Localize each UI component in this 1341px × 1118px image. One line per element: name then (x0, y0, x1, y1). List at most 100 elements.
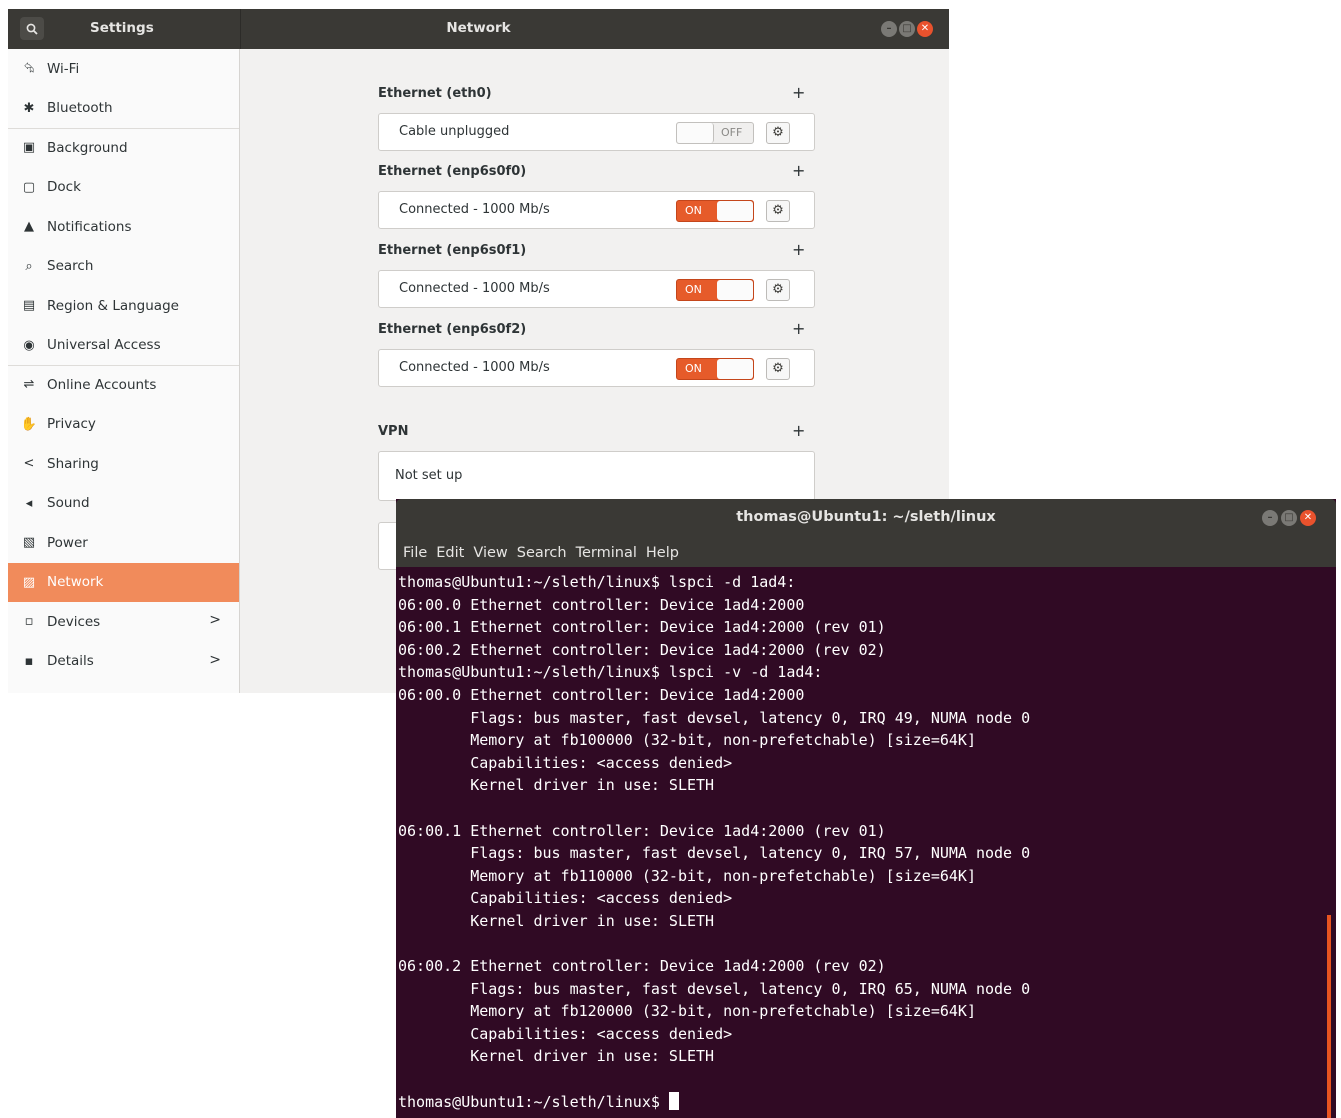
terminal-window: thomas@Ubuntu1: ~/sleth/linux – □ ✕ File… (396, 499, 1336, 1118)
sidebar-item-label: Region & Language (47, 297, 179, 314)
terminal-close-button[interactable]: ✕ (1300, 510, 1316, 526)
minimize-button[interactable]: – (881, 21, 897, 37)
sidebar-item-notifications[interactable]: ▲ Notifications (8, 207, 239, 246)
terminal-cursor (668, 1091, 679, 1110)
terminal-minimize-button[interactable]: – (1262, 510, 1278, 526)
chevron-right-icon: > (209, 651, 221, 668)
terminal-line-text: 06:00.2 Ethernet controller: Device 1ad4… (398, 640, 886, 659)
connection-row: Connected - 1000 Mb/s ON ⚙ (378, 270, 815, 308)
terminal-line: Capabilities: <access denied> (398, 752, 1323, 775)
sidebar-item-power[interactable]: ▧ Power (8, 523, 239, 562)
terminal-line: 06:00.0 Ethernet controller: Device 1ad4… (398, 594, 1323, 617)
gear-icon[interactable]: ⚙ (766, 200, 790, 222)
terminal-menubar: File Edit View Search Terminal Help (396, 539, 1336, 567)
terminal-line-text: Kernel driver in use: SLETH (398, 776, 715, 795)
sidebar-item-privacy[interactable]: ✋ Privacy (8, 405, 239, 444)
menu-item-view[interactable]: View (473, 545, 507, 561)
sidebar-item-sharing[interactable]: < Sharing (8, 444, 239, 483)
terminal-line: Capabilities: <access denied> (398, 1023, 1323, 1046)
section-title: Ethernet (enp6s0f2) (378, 322, 527, 337)
gear-icon[interactable]: ⚙ (766, 279, 790, 301)
terminal-line: Memory at fb100000 (32-bit, non-prefetch… (398, 729, 1323, 752)
sidebar-item-devices[interactable]: ▫ Devices > (8, 602, 239, 641)
gear-icon[interactable]: ⚙ (766, 358, 790, 380)
close-button[interactable]: ✕ (917, 21, 933, 37)
toggle-knob (717, 359, 753, 379)
sidebar-item-bluetooth[interactable]: ✱ Bluetooth (8, 89, 239, 128)
bell-icon: ▲ (24, 219, 34, 234)
menu-item-help[interactable]: Help (646, 545, 679, 561)
terminal-line: Flags: bus master, fast devsel, latency … (398, 707, 1323, 730)
sidebar-item-dock[interactable]: ▢ Dock (8, 168, 239, 207)
terminal-line-text: Kernel driver in use: SLETH (398, 911, 715, 930)
speaker-icon: ◂ (25, 495, 33, 511)
terminal-line: thomas@Ubuntu1:~/sleth/linux$ lspci -d 1… (398, 571, 1323, 594)
online-accounts-icon: ⇌ (23, 377, 35, 392)
maximize-button[interactable]: □ (899, 21, 915, 37)
devices-icon: ▫ (24, 614, 34, 629)
terminal-line-text: thomas@Ubuntu1:~/sleth/linux$ lspci -v -… (398, 663, 823, 682)
terminal-scrollbar[interactable] (1327, 915, 1331, 1118)
terminal-line-text: Capabilities: <access denied> (398, 1024, 733, 1043)
connection-toggle[interactable]: OFF (676, 122, 754, 144)
menu-item-edit[interactable]: Edit (436, 545, 464, 561)
terminal-line-text: Flags: bus master, fast devsel, latency … (398, 708, 1031, 727)
toggle-state: ON (685, 362, 702, 375)
menu-item-search[interactable]: Search (517, 545, 567, 561)
terminal-line-text: Capabilities: <access denied> (398, 753, 733, 772)
terminal-maximize-button[interactable]: □ (1281, 510, 1297, 526)
connection-toggle[interactable]: ON (676, 279, 754, 301)
sidebar-item-wi-fi[interactable]: ⮲ Wi-Fi (8, 49, 239, 88)
connection-row: Cable unplugged OFF ⚙ (378, 113, 815, 151)
power-icon: ▧ (22, 535, 36, 550)
gear-icon[interactable]: ⚙ (766, 122, 790, 144)
add-connection-button[interactable]: + (792, 319, 805, 338)
connection-toggle[interactable]: ON (676, 358, 754, 380)
search-icon: ⌕ (25, 258, 33, 274)
sidebar-item-universal-access[interactable]: ◉ Universal Access (8, 326, 239, 365)
minimize-icon: – (1267, 512, 1273, 523)
add-connection-button[interactable]: + (792, 83, 805, 102)
terminal-line: Kernel driver in use: SLETH (398, 1045, 1323, 1068)
add-connection-button[interactable]: + (792, 240, 805, 259)
toggle-state: ON (685, 204, 702, 217)
sidebar-item-label: Power (47, 534, 88, 551)
terminal-output[interactable]: thomas@Ubuntu1:~/sleth/linux$ lspci -d 1… (398, 571, 1323, 1116)
connection-status: Connected - 1000 Mb/s (399, 281, 550, 296)
sidebar-item-search[interactable]: ⌕ Search (8, 247, 239, 286)
sidebar-item-online-accounts[interactable]: ⇌ Online Accounts (8, 365, 239, 404)
menu-item-terminal[interactable]: Terminal (576, 545, 637, 561)
add-vpn-button[interactable]: + (792, 421, 805, 440)
accessibility-icon: ◉ (23, 337, 35, 353)
connection-status: Connected - 1000 Mb/s (399, 360, 550, 375)
connection-status: Connected - 1000 Mb/s (399, 202, 550, 217)
add-connection-button[interactable]: + (792, 161, 805, 180)
chevron-right-icon: > (209, 612, 221, 628)
terminal-line-text: Memory at fb120000 (32-bit, non-prefetch… (398, 1002, 976, 1021)
menu-item-file[interactable]: File (403, 545, 427, 561)
sidebar-item-sound[interactable]: ◂ Sound (8, 484, 239, 523)
connection-row: Connected - 1000 Mb/s ON ⚙ (378, 191, 815, 229)
window-title: Network (446, 20, 511, 36)
sidebar-item-network[interactable]: ▨ Network (8, 562, 239, 602)
network-icon: ▨ (22, 574, 36, 590)
terminal-line-text: Flags: bus master, fast devsel, latency … (398, 844, 1031, 863)
terminal-line-text: thomas@Ubuntu1:~/sleth/linux$ lspci -d 1… (398, 573, 796, 591)
terminal-line: Flags: bus master, fast devsel, latency … (398, 978, 1323, 1001)
sidebar-item-region-language[interactable]: ▤ Region & Language (8, 286, 239, 325)
terminal-line: 06:00.1 Ethernet controller: Device 1ad4… (398, 616, 1323, 639)
terminal-line-text: Memory at fb110000 (32-bit, non-prefetch… (398, 866, 976, 885)
toggle-knob (717, 280, 753, 300)
hand-icon: ✋ (20, 416, 38, 432)
section-title: Ethernet (enp6s0f0) (378, 164, 527, 179)
sidebar-item-details[interactable]: ▪ Details > (8, 642, 239, 681)
terminal-line: Capabilities: <access denied> (398, 887, 1323, 910)
vpn-row: Not set up (378, 451, 815, 501)
info-icon: ▪ (24, 653, 34, 669)
sidebar-item-background[interactable]: ▣ Background (8, 128, 239, 167)
connection-toggle[interactable]: ON (676, 200, 754, 222)
terminal-line-text: 06:00.1 Ethernet controller: Device 1ad4… (398, 618, 886, 637)
sidebar-item-label: Details (47, 653, 94, 669)
